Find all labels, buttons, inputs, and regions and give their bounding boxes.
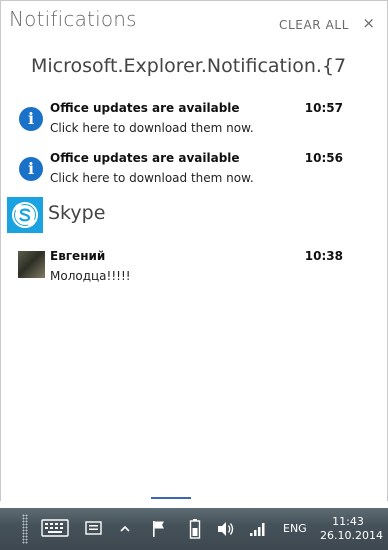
notification-time: 10:56 xyxy=(304,151,343,165)
info-icon: i xyxy=(19,107,43,131)
notification-panel: Notifications CLEAR ALL × Microsoft.Expl… xyxy=(0,0,388,501)
avatar xyxy=(18,251,45,278)
skype-group-name: Skype xyxy=(48,202,106,224)
notification-body: Click here to download them now. xyxy=(50,171,254,185)
close-icon[interactable]: × xyxy=(362,16,375,31)
taskbar: ENG 11:43 26.10.2014 xyxy=(0,508,388,550)
notification-body: Click here to download them now. xyxy=(50,121,254,135)
keyboard-icon[interactable] xyxy=(40,508,72,550)
taskbar-grip[interactable] xyxy=(22,514,28,544)
desktop-peek-divider xyxy=(151,497,191,499)
group-header-microsoft-explorer: Microsoft.Explorer.Notification.{79ED7 xyxy=(31,55,345,77)
panel-title: Notifications xyxy=(9,7,137,31)
notification-item[interactable]: Евгений 10:38 Молодца!!!!! xyxy=(1,249,387,295)
flag-icon[interactable] xyxy=(150,508,168,550)
clock[interactable]: 11:43 26.10.2014 xyxy=(320,515,383,543)
notification-title: Евгений xyxy=(50,249,106,263)
notification-time: 10:57 xyxy=(304,101,343,115)
notification-title: Office updates are available xyxy=(50,101,240,115)
signal-icon[interactable] xyxy=(248,508,268,550)
chevron-up-icon[interactable] xyxy=(118,508,132,550)
notification-item[interactable]: i Office updates are available 10:57 Cli… xyxy=(1,101,387,147)
skype-icon xyxy=(7,197,43,233)
battery-icon[interactable] xyxy=(188,508,202,550)
action-center-icon[interactable] xyxy=(84,508,104,550)
clock-time: 11:43 xyxy=(332,515,364,528)
clock-date: 26.10.2014 xyxy=(320,529,383,542)
speaker-icon[interactable] xyxy=(216,508,236,550)
notification-item[interactable]: i Office updates are available 10:56 Cli… xyxy=(1,151,387,197)
info-icon: i xyxy=(19,157,43,181)
notification-body: Молодца!!!!! xyxy=(50,269,131,283)
group-header-skype: Skype xyxy=(7,197,307,233)
notification-title: Office updates are available xyxy=(50,151,240,165)
clear-all-button[interactable]: CLEAR ALL xyxy=(279,18,349,32)
notification-time: 10:38 xyxy=(304,249,343,263)
language-indicator[interactable]: ENG xyxy=(283,522,307,535)
